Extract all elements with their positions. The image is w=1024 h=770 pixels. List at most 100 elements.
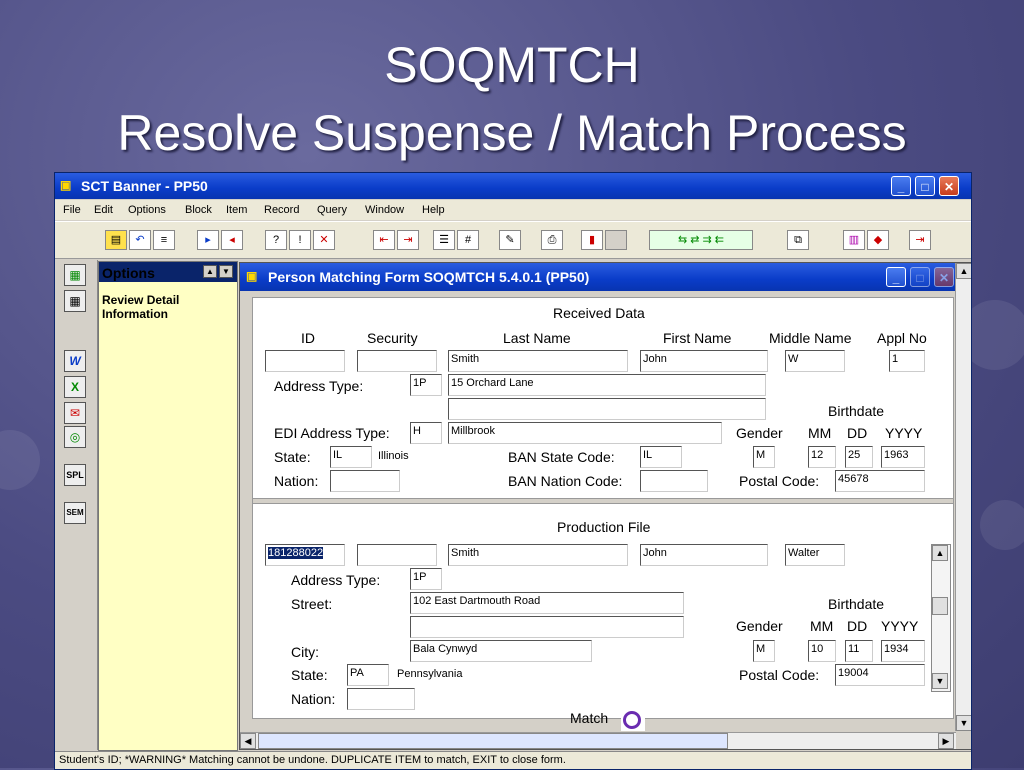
enter-query-icon[interactable]: ?	[265, 230, 287, 250]
globe-icon[interactable]: ◎	[64, 426, 86, 448]
received-dd-field[interactable]: 25	[845, 446, 873, 468]
background-bubble	[0, 430, 40, 490]
state-label: State:	[274, 449, 311, 465]
cancel-query-icon[interactable]: ✕	[313, 230, 335, 250]
person-matching-form: ▣ Person Matching Form SOQMTCH 5.4.0.1 (…	[239, 262, 971, 750]
edi-address-type-field[interactable]: H	[410, 422, 442, 444]
production-street-line1-field[interactable]: 102 East Dartmouth Road	[410, 592, 684, 614]
received-nation-field[interactable]	[330, 470, 400, 492]
menu-query[interactable]: Query	[317, 204, 347, 216]
received-yyyy-field[interactable]: 1963	[881, 446, 925, 468]
production-dd-field[interactable]: 11	[845, 640, 873, 662]
production-city-field[interactable]: Bala Cynwyd	[410, 640, 592, 662]
calendar-icon[interactable]: ▦	[64, 290, 86, 312]
close-button[interactable]: ✕	[939, 176, 959, 196]
production-state-code-field[interactable]: PA	[347, 664, 389, 686]
form-scroll-left-button[interactable]: ◀	[240, 733, 256, 749]
production-street-line2-field[interactable]	[410, 616, 684, 638]
menu-options[interactable]: Options	[128, 204, 166, 216]
production-scroll-up-button[interactable]: ▲	[932, 545, 948, 561]
menu-item[interactable]: Item	[226, 204, 247, 216]
received-street-line1-field[interactable]: 15 Orchard Lane	[448, 374, 766, 396]
received-id-field[interactable]	[265, 350, 345, 372]
production-scroll-down-button[interactable]: ▼	[932, 673, 948, 689]
received-mm-label: MM	[808, 425, 832, 441]
blank-tool-icon[interactable]	[605, 230, 627, 250]
review-detail-option[interactable]: Review Detail Information	[102, 293, 232, 321]
production-postal-code-field[interactable]: 19004	[835, 664, 925, 686]
form-scroll-down-button[interactable]: ▼	[956, 715, 971, 731]
form-horizontal-scroll-thumb[interactable]	[258, 733, 728, 749]
edit-icon[interactable]: ✎	[499, 230, 521, 250]
form-maximize-button[interactable]: □	[910, 267, 930, 287]
form-scroll-right-button[interactable]: ▶	[938, 733, 954, 749]
production-middle-name-field[interactable]: Walter	[785, 544, 845, 566]
help-book-icon[interactable]: ▥	[843, 230, 865, 250]
received-security-field[interactable]	[357, 350, 437, 372]
insert-record-icon[interactable]: ▸	[197, 230, 219, 250]
production-scroll-thumb[interactable]	[932, 597, 948, 615]
remove-record-icon[interactable]: ◂	[221, 230, 243, 250]
menu-edit[interactable]: Edit	[94, 204, 113, 216]
execute-query-icon[interactable]: !	[289, 230, 311, 250]
production-yyyy-field[interactable]: 1934	[881, 640, 925, 662]
ban-state-code-field[interactable]: IL	[640, 446, 682, 468]
options-expand-button[interactable]: ▼	[219, 265, 233, 278]
match-button[interactable]	[621, 709, 645, 731]
save-icon[interactable]: ▤	[105, 230, 127, 250]
exit-icon[interactable]: ⇥	[909, 230, 931, 250]
appl-no-column-label: Appl No	[877, 330, 927, 346]
received-street-line2-field[interactable]	[448, 398, 766, 420]
form-close-button[interactable]: ✕	[934, 267, 954, 287]
rollback-icon[interactable]: ↶	[129, 230, 151, 250]
menu-file[interactable]: File	[63, 204, 81, 216]
received-gender-field[interactable]: M	[753, 446, 775, 468]
production-mm-field[interactable]: 10	[808, 640, 836, 662]
production-security-field[interactable]	[357, 544, 437, 566]
print-doc-icon[interactable]: ⎙	[541, 230, 563, 250]
production-id-field[interactable]: 181288022	[265, 544, 345, 566]
production-nation-field[interactable]	[347, 688, 415, 710]
count-icon[interactable]: #	[457, 230, 479, 250]
previous-block-icon[interactable]: ⇤	[373, 230, 395, 250]
form-vertical-scrollbar[interactable]: ▲ ▼	[955, 263, 971, 731]
help-icon[interactable]: ◆	[867, 230, 889, 250]
list-icon[interactable]: ☰	[433, 230, 455, 250]
menu-block[interactable]: Block	[185, 204, 212, 216]
production-list-scrollbar[interactable]: ▲ ▼	[931, 544, 951, 692]
next-block-icon[interactable]: ⇥	[397, 230, 419, 250]
received-appl-no-field[interactable]: 1	[889, 350, 925, 372]
menu-window[interactable]: Window	[365, 204, 404, 216]
maximize-button[interactable]: □	[915, 176, 935, 196]
production-last-name-field[interactable]: Smith	[448, 544, 628, 566]
form-scroll-up-button[interactable]: ▲	[956, 263, 971, 279]
record-navigation-icon[interactable]: ⇆ ⇄ ⇉ ⇇	[649, 230, 753, 250]
production-address-type-field[interactable]: 1P	[410, 568, 442, 590]
calculator-icon[interactable]: ▦	[64, 264, 86, 286]
form-horizontal-scrollbar[interactable]: ◀ ▶	[240, 732, 956, 749]
received-city-field[interactable]: Millbrook	[448, 422, 722, 444]
options-collapse-button[interactable]: ▲	[203, 265, 217, 278]
ban-nation-code-field[interactable]	[640, 470, 708, 492]
spl-icon[interactable]: SPL	[64, 464, 86, 486]
word-icon[interactable]: W	[64, 350, 86, 372]
received-state-code-field[interactable]: IL	[330, 446, 372, 468]
received-mm-field[interactable]: 12	[808, 446, 836, 468]
received-middle-name-field[interactable]: W	[785, 350, 845, 372]
minimize-button[interactable]: _	[891, 176, 911, 196]
excel-icon[interactable]: X	[64, 376, 86, 398]
form-minimize-button[interactable]: _	[886, 267, 906, 287]
received-last-name-field[interactable]: Smith	[448, 350, 628, 372]
menu-help[interactable]: Help	[422, 204, 445, 216]
received-address-type-field[interactable]: 1P	[410, 374, 442, 396]
chart-icon[interactable]: ▮	[581, 230, 603, 250]
print-icon[interactable]: ≡	[153, 230, 175, 250]
menu-record[interactable]: Record	[264, 204, 299, 216]
received-first-name-field[interactable]: John	[640, 350, 768, 372]
mail-icon[interactable]: ✉	[64, 402, 86, 424]
window-icon[interactable]: ⧉	[787, 230, 809, 250]
sem-icon[interactable]: SEM	[64, 502, 86, 524]
production-gender-field[interactable]: M	[753, 640, 775, 662]
production-first-name-field[interactable]: John	[640, 544, 768, 566]
received-postal-code-field[interactable]: 45678	[835, 470, 925, 492]
